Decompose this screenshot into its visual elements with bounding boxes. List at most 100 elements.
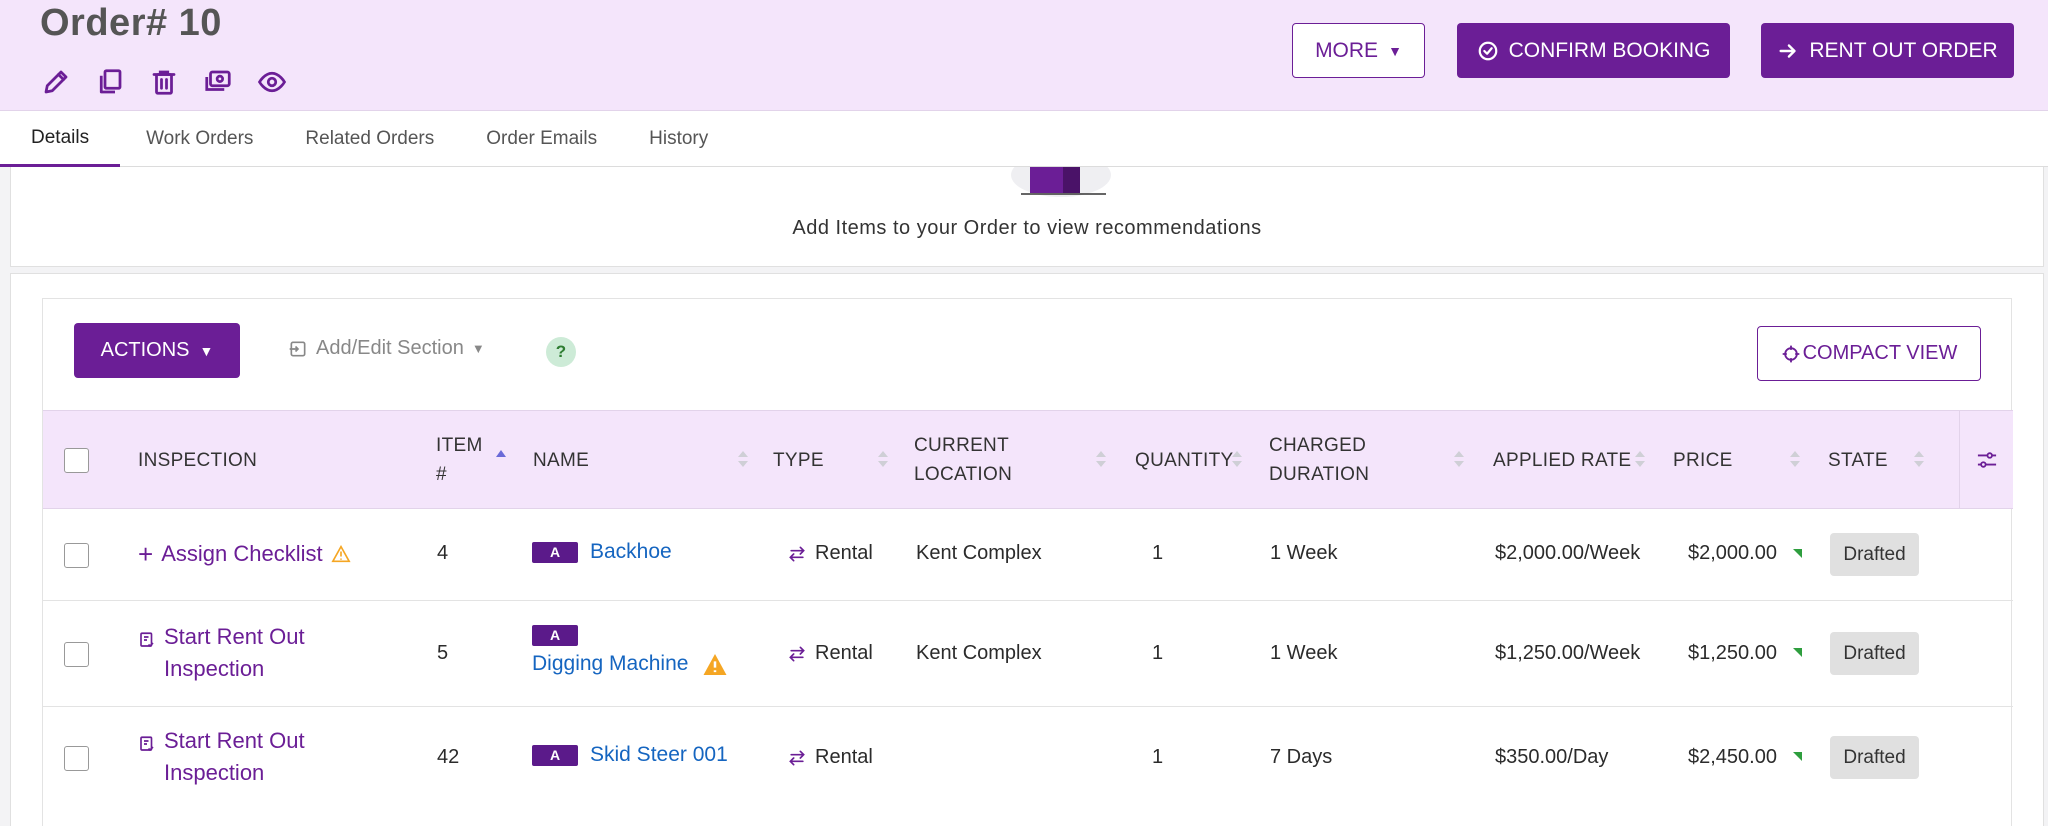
charged-duration: 7 Days	[1270, 746, 1333, 768]
inspection-label: Assign Checklist	[161, 541, 323, 566]
item-number: 4	[437, 542, 449, 564]
select-all-checkbox[interactable]	[64, 448, 89, 473]
inspection-label-line2: Inspection	[164, 656, 265, 681]
quantity: 1	[1152, 746, 1164, 768]
crosshair-icon	[1782, 345, 1799, 362]
header-state[interactable]: STATE	[1828, 446, 1888, 475]
warning-outline-icon	[331, 545, 351, 563]
section-import-icon	[289, 341, 306, 356]
column-settings-icon[interactable]	[1976, 450, 1998, 470]
assign-checklist-link[interactable]: + Assign Checklist	[138, 538, 351, 570]
sort-icon[interactable]	[1789, 448, 1801, 470]
type-cell: Rental	[787, 642, 873, 665]
header-applied-rate[interactable]: APPLIED RATE	[1493, 446, 1631, 475]
table-header: INSPECTION ITEM # NAME TYPE CURRENT LOCA…	[43, 410, 2013, 509]
column-divider	[1959, 411, 1960, 508]
more-button[interactable]: MORE ▼	[1292, 23, 1425, 78]
item-number: 42	[437, 746, 460, 768]
tab-bar: Details Work Orders Related Orders Order…	[0, 111, 2048, 167]
sort-icon[interactable]	[877, 448, 889, 470]
sort-asc-icon[interactable]	[495, 447, 507, 469]
category-badge: A	[532, 744, 578, 766]
item-name-link[interactable]: Skid Steer 001	[590, 743, 728, 767]
plus-icon: +	[138, 539, 154, 569]
sort-icon[interactable]	[1913, 448, 1925, 470]
table-row: Start Rent Out Inspection 42 A Skid Stee…	[43, 707, 2013, 811]
item-name-cell: A Skid Steer 001	[532, 743, 728, 767]
current-location: Kent Complex	[916, 542, 1042, 564]
header-inspection[interactable]: INSPECTION	[138, 446, 257, 475]
tab-history[interactable]: History	[623, 111, 734, 167]
category-badge: A	[532, 541, 578, 563]
item-name-cell: A Backhoe	[532, 540, 672, 564]
compact-view-label: COMPACT VIEW	[1802, 342, 1958, 364]
sort-icon[interactable]	[1453, 448, 1465, 470]
caret-down-icon: ▼	[199, 342, 214, 359]
applied-rate: $350.00/Day	[1495, 746, 1609, 768]
header-item-line1: ITEM	[436, 435, 483, 456]
sort-icon[interactable]	[1095, 448, 1107, 470]
price[interactable]: $2,000.00	[1688, 542, 1777, 565]
row-checkbox[interactable]	[64, 642, 89, 667]
order-items-container: ACTIONS ▼ Add/Edit Section ▼ ? COMPACT V…	[42, 298, 2013, 826]
applied-rate: $2,000.00/Week	[1495, 542, 1641, 564]
more-button-label: MORE	[1315, 38, 1379, 62]
delete-icon[interactable]	[146, 64, 182, 100]
charged-duration: 1 Week	[1270, 642, 1338, 664]
tab-work-orders[interactable]: Work Orders	[120, 111, 279, 167]
sort-icon[interactable]	[1231, 448, 1243, 470]
confirm-booking-button[interactable]: CONFIRM BOOKING	[1457, 23, 1730, 78]
tab-related-orders[interactable]: Related Orders	[279, 111, 460, 167]
add-edit-section-button[interactable]: Add/Edit Section ▼	[288, 337, 485, 360]
header-charged-duration[interactable]: CHARGED DURATION	[1269, 431, 1369, 489]
header-item-line2: #	[436, 464, 447, 485]
page-title: Order# 10	[40, 2, 222, 44]
item-name-link[interactable]: Digging Machine	[532, 652, 688, 676]
price-edit-indicator	[1793, 752, 1802, 761]
quantity: 1	[1152, 642, 1164, 664]
tab-order-emails[interactable]: Order Emails	[460, 111, 623, 167]
compact-view-button[interactable]: COMPACT VIEW	[1757, 326, 1981, 381]
rent-out-order-label: RENT OUT ORDER	[1809, 38, 1998, 62]
header-duration-line2: DURATION	[1269, 464, 1370, 485]
header-current-location[interactable]: CURRENT LOCATION	[914, 431, 1012, 489]
edit-icon[interactable]	[38, 64, 74, 100]
caret-down-icon: ▼	[1388, 42, 1402, 59]
sort-icon[interactable]	[737, 448, 749, 470]
sort-icon[interactable]	[1634, 448, 1646, 470]
header-item-number[interactable]: ITEM #	[436, 431, 483, 489]
warning-filled-icon	[703, 653, 727, 675]
price-edit-indicator	[1793, 648, 1802, 657]
row-checkbox[interactable]	[64, 543, 89, 568]
check-circle-icon	[1478, 41, 1497, 60]
swap-arrows-icon	[789, 546, 805, 561]
rent-out-order-button[interactable]: RENT OUT ORDER	[1761, 23, 2014, 78]
header-type[interactable]: TYPE	[773, 446, 824, 475]
price[interactable]: $1,250.00	[1688, 642, 1777, 665]
duplicate-icon[interactable]	[92, 64, 128, 100]
header-name[interactable]: NAME	[533, 446, 589, 475]
help-icon[interactable]: ?	[546, 337, 576, 367]
actions-label: ACTIONS	[100, 339, 190, 361]
header-location-line2: LOCATION	[914, 464, 1013, 485]
start-rent-out-inspection-link[interactable]: Start Rent Out Inspection	[138, 725, 305, 789]
view-icon[interactable]	[254, 64, 290, 100]
order-header: Order# 10 MORE ▼ CONFIRM BOOKING RENT OU…	[0, 0, 2048, 111]
status-badge: Drafted	[1830, 533, 1919, 576]
actions-button[interactable]: ACTIONS ▼	[74, 323, 240, 378]
start-rent-out-inspection-link[interactable]: Start Rent Out Inspection	[138, 621, 305, 685]
recommendations-panel: Add Items to your Order to view recommen…	[10, 167, 2044, 267]
empty-recommendations-illustration	[1011, 167, 1111, 197]
header-price[interactable]: PRICE	[1673, 446, 1733, 475]
status-badge: Drafted	[1830, 632, 1919, 675]
quantity: 1	[1152, 542, 1164, 564]
header-location-line1: CURRENT	[914, 435, 1009, 456]
item-number: 5	[437, 642, 449, 664]
row-checkbox[interactable]	[64, 746, 89, 771]
header-quantity[interactable]: QUANTITY	[1135, 446, 1233, 475]
price[interactable]: $2,450.00	[1688, 746, 1777, 769]
swap-arrows-icon	[789, 646, 805, 661]
item-name-link[interactable]: Backhoe	[590, 540, 672, 564]
payment-icon[interactable]	[200, 64, 236, 100]
tab-details[interactable]: Details	[0, 111, 121, 167]
